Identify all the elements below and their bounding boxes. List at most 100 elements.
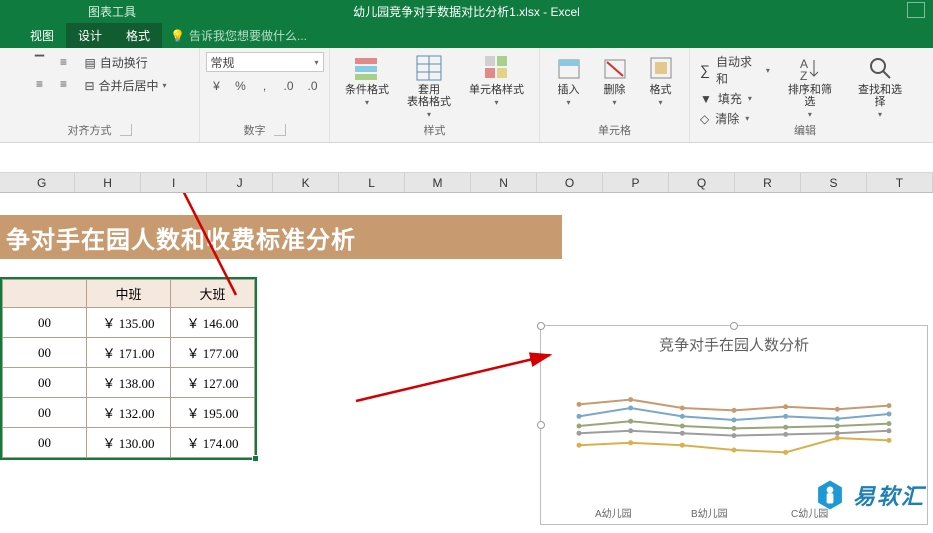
- cell-styles-icon: [483, 54, 511, 82]
- context-tab-label: 图表工具: [88, 3, 136, 20]
- align-middle-icon[interactable]: ≡: [52, 52, 74, 72]
- wrap-text-label: 自动换行: [100, 54, 148, 71]
- fill-icon: ▼: [700, 92, 712, 106]
- watermark-logo-icon: [813, 478, 847, 512]
- column-header[interactable]: T: [867, 173, 933, 192]
- clear-label: 清除: [715, 110, 739, 127]
- fill-button[interactable]: ▼填充▾: [698, 89, 772, 108]
- ribbon-display-options-icon[interactable]: [907, 2, 925, 18]
- fill-label: 填充: [718, 90, 742, 107]
- table-cell[interactable]: 00: [3, 308, 87, 338]
- format-label: 格式: [650, 84, 672, 96]
- merge-center-button[interactable]: ⊟ 合并后居中 ▾: [80, 75, 170, 96]
- column-header[interactable]: I: [141, 173, 207, 192]
- chart-handle[interactable]: [537, 322, 545, 330]
- table-row: 00￥ 138.00￥ 127.00: [3, 368, 255, 398]
- group-editing: ∑自动求和▾ ▼填充▾ ◇清除▾ AZ 排序和筛选▾ 查找和选择▾ 编辑: [690, 48, 920, 142]
- sigma-icon: ∑: [700, 62, 710, 78]
- table-cell[interactable]: ￥ 138.00: [87, 368, 171, 398]
- sort-filter-icon: AZ: [796, 54, 824, 82]
- cell-styles-label: 单元格样式: [469, 84, 524, 96]
- tab-view[interactable]: 视图: [18, 23, 66, 48]
- currency-icon[interactable]: ¥: [206, 76, 228, 96]
- delete-button[interactable]: 删除▾: [595, 52, 635, 110]
- table-cell[interactable]: 00: [3, 428, 87, 458]
- align-left-icon[interactable]: ≡: [28, 74, 50, 94]
- chart-handle[interactable]: [537, 421, 545, 429]
- tab-design[interactable]: 设计: [66, 23, 114, 48]
- selection-handle[interactable]: [252, 455, 259, 462]
- chart-plot-area[interactable]: [569, 366, 899, 486]
- dialog-launcher-icon[interactable]: [120, 124, 132, 136]
- table-cell[interactable]: ￥ 174.00: [171, 428, 255, 458]
- chevron-down-icon: ▾: [163, 81, 167, 90]
- format-as-table-button[interactable]: 套用 表格格式▾: [401, 52, 457, 122]
- column-header[interactable]: M: [405, 173, 471, 192]
- chart-title[interactable]: 竞争对手在园人数分析: [541, 326, 927, 355]
- svg-text:Z: Z: [800, 69, 807, 82]
- table-cell[interactable]: 00: [3, 338, 87, 368]
- group-styles-label: 样式: [424, 122, 446, 140]
- increase-decimal-icon[interactable]: .0: [278, 76, 300, 96]
- table-cell[interactable]: ￥ 177.00: [171, 338, 255, 368]
- dialog-launcher-icon[interactable]: [274, 124, 286, 136]
- table-cell[interactable]: 00: [3, 368, 87, 398]
- cell-styles-button[interactable]: 单元格样式▾: [463, 52, 530, 110]
- insert-button[interactable]: 插入▾: [549, 52, 589, 110]
- column-header[interactable]: P: [603, 173, 669, 192]
- delete-icon: [601, 54, 629, 82]
- table-cell[interactable]: ￥ 135.00: [87, 308, 171, 338]
- ribbon: ▔ ≡ ≡ ≡ ▤ 自动换行 ⊟ 合并后居中 ▾ 对齐: [0, 48, 933, 143]
- data-table[interactable]: 中班 大班 00￥ 135.00￥ 146.0000￥ 171.00￥ 177.…: [0, 277, 257, 460]
- column-header[interactable]: G: [9, 173, 75, 192]
- decrease-decimal-icon[interactable]: .0: [302, 76, 324, 96]
- column-header[interactable]: L: [339, 173, 405, 192]
- watermark: 易软汇: [813, 478, 925, 512]
- column-header[interactable]: J: [207, 173, 273, 192]
- merge-center-label: 合并后居中: [99, 77, 159, 94]
- column-header[interactable]: Q: [669, 173, 735, 192]
- column-header[interactable]: N: [471, 173, 537, 192]
- ribbon-tabs: 视图 设计 格式 💡 告诉我您想要做什么...: [0, 22, 933, 48]
- autosum-button[interactable]: ∑自动求和▾: [698, 52, 772, 88]
- conditional-format-button[interactable]: 条件格式▾: [339, 52, 395, 110]
- chart-handle[interactable]: [730, 322, 738, 330]
- tell-me-box[interactable]: 💡 告诉我您想要做什么...: [162, 23, 319, 48]
- table-cell[interactable]: ￥ 171.00: [87, 338, 171, 368]
- clear-button[interactable]: ◇清除▾: [698, 109, 772, 128]
- find-icon: [866, 54, 894, 82]
- sort-filter-button[interactable]: AZ 排序和筛选▾: [778, 52, 842, 122]
- align-center-icon[interactable]: ≡: [52, 74, 74, 94]
- table-cell[interactable]: ￥ 195.00: [171, 398, 255, 428]
- column-header[interactable]: O: [537, 173, 603, 192]
- lightbulb-icon: 💡: [170, 29, 185, 43]
- percent-icon[interactable]: %: [230, 76, 252, 96]
- find-select-button[interactable]: 查找和选择▾: [848, 52, 912, 122]
- column-header[interactable]: R: [735, 173, 801, 192]
- format-icon: [647, 54, 675, 82]
- table-cell[interactable]: ￥ 130.00: [87, 428, 171, 458]
- table-cell[interactable]: ￥ 132.00: [87, 398, 171, 428]
- column-header[interactable]: H: [75, 173, 141, 192]
- table-row: 00￥ 130.00￥ 174.00: [3, 428, 255, 458]
- column-header[interactable]: S: [801, 173, 867, 192]
- column-header[interactable]: K: [273, 173, 339, 192]
- watermark-text: 易软汇: [853, 479, 925, 511]
- table-row: 00￥ 132.00￥ 195.00: [3, 398, 255, 428]
- format-button[interactable]: 格式▾: [641, 52, 681, 110]
- group-number: 常规 ▾ ¥ % , .0 .0 数字: [200, 48, 330, 142]
- table-cell[interactable]: 00: [3, 398, 87, 428]
- number-format-combo[interactable]: 常规 ▾: [206, 52, 324, 72]
- table-cell[interactable]: ￥ 146.00: [171, 308, 255, 338]
- formula-bar[interactable]: [0, 143, 933, 173]
- wrap-text-button[interactable]: ▤ 自动换行: [80, 52, 170, 73]
- worksheet-area[interactable]: 争对手在园人数和收费标准分析 中班 大班 00￥ 135.00￥ 146.000…: [0, 193, 933, 533]
- tab-format[interactable]: 格式: [114, 23, 162, 48]
- comma-icon[interactable]: ,: [254, 76, 276, 96]
- table-cell[interactable]: ￥ 127.00: [171, 368, 255, 398]
- table-header-cell: 大班: [171, 280, 255, 308]
- align-top-icon[interactable]: ▔: [28, 52, 50, 72]
- group-cells-label: 单元格: [598, 122, 631, 140]
- sort-filter-label: 排序和筛选: [788, 84, 832, 108]
- window-title: 幼儿园竞争对手数据对比分析1.xlsx - Excel: [353, 3, 580, 20]
